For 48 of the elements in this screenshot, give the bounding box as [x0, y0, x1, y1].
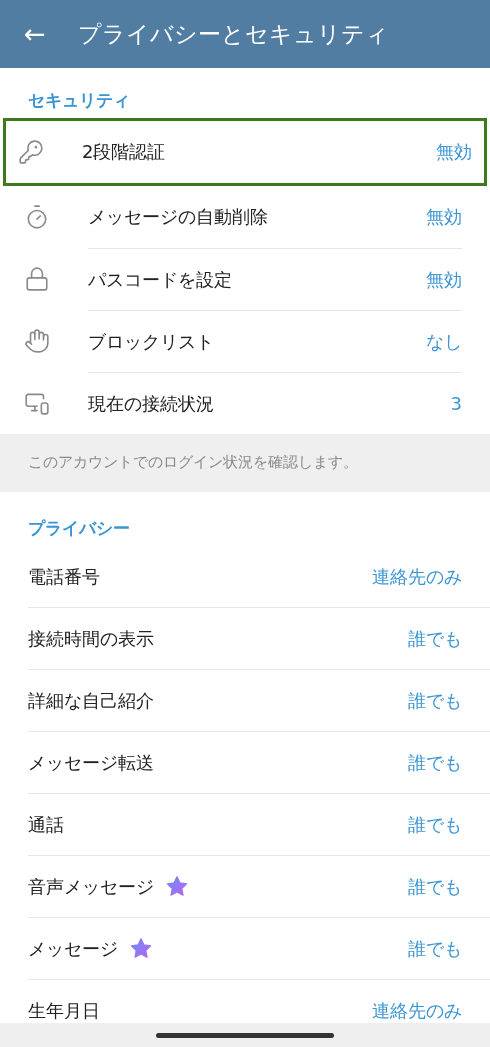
row-value: 3 — [450, 391, 462, 416]
back-button[interactable]: ← — [24, 21, 46, 47]
row-value: 無効 — [426, 205, 462, 229]
row-label: 音声メッセージ — [28, 875, 154, 899]
settings-row[interactable]: メッセージ 誰でも — [28, 917, 490, 979]
row-label: 現在の接続状況 — [88, 391, 214, 416]
star-icon — [166, 876, 188, 897]
settings-row[interactable]: 電話番号 連絡先のみ — [28, 545, 490, 607]
row-label: 電話番号 — [28, 564, 100, 589]
settings-row[interactable]: メッセージ転送 誰でも — [28, 731, 490, 793]
row-value: 無効 — [436, 140, 472, 164]
row-value: 誰でも — [408, 875, 462, 899]
section-footer: このアカウントでのログイン状況を確認します。 — [0, 433, 490, 492]
row-label: ブロックリスト — [88, 329, 214, 354]
settings-row[interactable]: パスコードを設定 無効 — [0, 247, 490, 310]
star-icon — [130, 938, 152, 959]
row-value: 誰でも — [408, 813, 462, 837]
row-label: メッセージ転送 — [28, 751, 154, 775]
row-value: 誰でも — [408, 937, 462, 961]
settings-row[interactable]: 音声メッセージ 誰でも — [28, 855, 490, 917]
page-title: プライバシーとセキュリティ — [77, 19, 389, 49]
row-value: 連絡先のみ — [372, 564, 462, 589]
hand-icon — [24, 327, 50, 354]
row-label: 2段階認証 — [82, 140, 166, 164]
settings-row[interactable]: 2段階認証 無効 — [3, 117, 487, 186]
lock-icon — [24, 265, 50, 292]
settings-row[interactable]: ブロックリスト なし — [0, 309, 490, 372]
settings-row[interactable]: メッセージの自動削除 無効 — [0, 185, 490, 248]
row-value: 連絡先のみ — [372, 999, 462, 1023]
row-label: 生年月日 — [28, 999, 100, 1023]
row-label: 通話 — [28, 813, 64, 837]
row-value: 誰でも — [408, 689, 462, 713]
settings-row[interactable]: 詳細な自己紹介 誰でも — [28, 669, 490, 731]
row-label: 詳細な自己紹介 — [28, 689, 154, 713]
key-icon — [18, 138, 44, 165]
section-title: セキュリティ — [27, 89, 131, 112]
settings-row[interactable]: 現在の接続状況 3 — [0, 371, 490, 434]
row-label: メッセージの自動削除 — [88, 205, 268, 229]
row-value: なし — [426, 329, 462, 354]
row-value: 誰でも — [408, 751, 462, 775]
row-label: パスコードを設定 — [88, 267, 232, 292]
row-value: 誰でも — [408, 627, 462, 651]
row-label: メッセージ — [28, 937, 118, 961]
settings-row[interactable]: 通話 誰でも — [28, 793, 490, 855]
section-title: プライバシー — [27, 516, 131, 540]
row-value: 無効 — [426, 267, 462, 292]
settings-row[interactable]: 接続時間の表示 誰でも — [28, 607, 490, 669]
row-label: 接続時間の表示 — [28, 627, 154, 651]
